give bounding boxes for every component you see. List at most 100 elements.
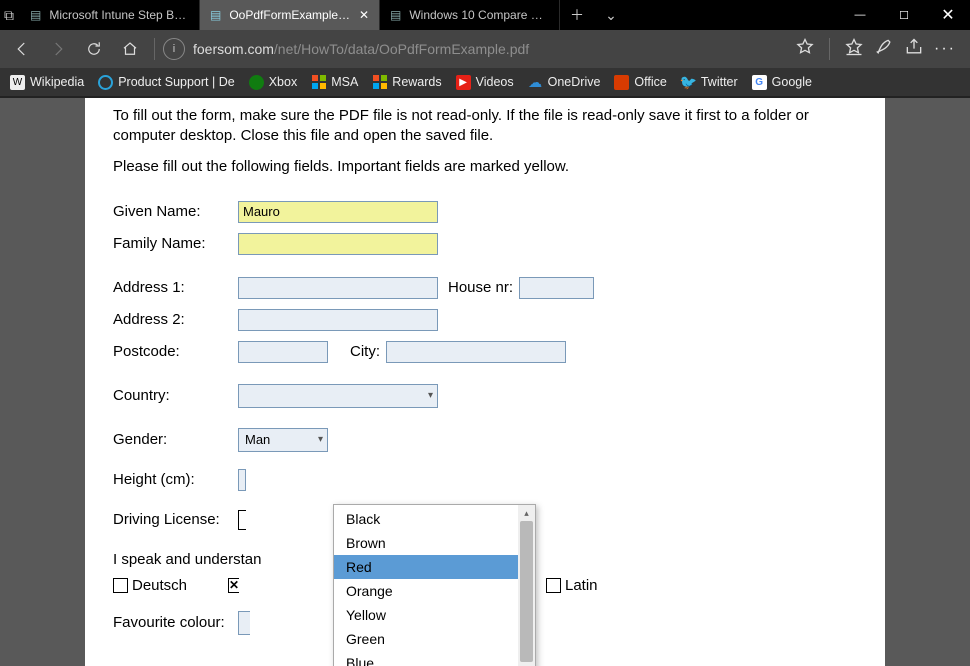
label-city: City: xyxy=(350,343,380,360)
lang-option-deutsch[interactable]: Deutsch xyxy=(113,577,228,594)
label-address-2: Address 2: xyxy=(113,311,238,328)
tab-title: OoPdfFormExample.pdf xyxy=(229,8,351,22)
label-driving-license: Driving License: xyxy=(113,511,238,528)
forward-button[interactable] xyxy=(42,33,74,65)
page-icon: ▤ xyxy=(30,8,41,22)
maximize-button[interactable]: ☐ xyxy=(882,0,926,30)
label-country: Country: xyxy=(113,387,238,404)
close-window-button[interactable]: ✕ xyxy=(926,0,970,30)
select-gender-value: Man xyxy=(245,432,270,447)
bookmark-label: Rewards xyxy=(392,75,441,89)
bookmark-wikipedia[interactable]: WWikipedia xyxy=(10,75,84,90)
colour-dropdown-list: Black Brown Red Orange Yellow Green Blue… xyxy=(334,505,518,666)
url-text[interactable]: foersom.com/net/HowTo/data/OoPdfFormExam… xyxy=(189,41,791,57)
ms-logo-icon xyxy=(311,75,326,90)
checkbox-icon xyxy=(546,578,561,593)
colour-option-red[interactable]: Red xyxy=(334,555,518,579)
bookmark-label: Product Support | De xyxy=(118,75,235,89)
favorite-star-icon[interactable] xyxy=(795,37,815,62)
chevron-down-icon: ▾ xyxy=(318,434,323,445)
scroll-thumb[interactable] xyxy=(520,521,533,662)
bookmark-label: Twitter xyxy=(701,75,738,89)
lang-label: Latin xyxy=(565,577,598,594)
url-host: foersom.com xyxy=(193,41,274,57)
window-controls: — ☐ ✕ xyxy=(838,0,970,30)
label-family-name: Family Name: xyxy=(113,235,238,252)
label-favourite-colour: Favourite colour: xyxy=(113,614,238,631)
browser-tab-win10[interactable]: ▤ Windows 10 Compare Editio xyxy=(380,0,560,30)
bookmarks-bar: WWikipedia Product Support | De Xbox MSA… xyxy=(0,68,970,98)
ms-logo-icon xyxy=(372,75,387,90)
bookmark-label: MSA xyxy=(331,75,358,89)
bookmark-product-support[interactable]: Product Support | De xyxy=(98,75,235,90)
colour-dropdown: Black Brown Red Orange Yellow Green Blue… xyxy=(333,504,536,666)
home-button[interactable] xyxy=(114,33,146,65)
address-bar: i foersom.com/net/HowTo/data/OoPdfFormEx… xyxy=(0,30,970,68)
new-tab-button[interactable]: ＋ xyxy=(560,0,594,30)
bookmark-videos[interactable]: ▶Videos xyxy=(456,75,514,90)
tab-title: Microsoft Intune Step By Ste xyxy=(49,8,189,22)
browser-tab-intune[interactable]: ▤ Microsoft Intune Step By Ste xyxy=(20,0,200,30)
lang-option-latin[interactable]: Latin xyxy=(546,577,598,594)
bookmark-google[interactable]: GGoogle xyxy=(752,75,812,90)
chevron-down-icon: ▾ xyxy=(428,390,433,401)
close-tab-icon[interactable]: ✕ xyxy=(359,8,369,22)
browser-tab-pdfform[interactable]: ▤ OoPdfFormExample.pdf ✕ xyxy=(200,0,380,30)
intro-text-2: Please fill out the following fields. Im… xyxy=(113,157,857,177)
colour-option-blue[interactable]: Blue xyxy=(334,651,518,666)
tab-overview-icon[interactable]: ⧉ xyxy=(4,7,14,24)
content-viewport: To fill out the form, make sure the PDF … xyxy=(0,98,970,666)
input-city[interactable] xyxy=(386,341,566,363)
checkbox-driving-license[interactable] xyxy=(238,510,246,530)
label-address-1: Address 1: xyxy=(113,279,238,296)
bookmark-rewards[interactable]: Rewards xyxy=(372,75,441,90)
lang-label: Deutsch xyxy=(132,577,187,594)
label-languages: I speak and understan xyxy=(113,551,261,568)
refresh-button[interactable] xyxy=(78,33,110,65)
favorites-hub-icon[interactable] xyxy=(844,37,864,62)
input-height[interactable] xyxy=(238,469,246,491)
input-given-name[interactable]: Mauro xyxy=(238,201,438,223)
page-icon: ▤ xyxy=(210,8,221,22)
back-button[interactable] xyxy=(6,33,38,65)
colour-option-orange[interactable]: Orange xyxy=(334,579,518,603)
colour-option-brown[interactable]: Brown xyxy=(334,531,518,555)
input-house-nr[interactable] xyxy=(519,277,594,299)
bookmark-twitter[interactable]: 🐦Twitter xyxy=(681,75,738,90)
notes-icon[interactable] xyxy=(874,37,894,62)
select-favourite-colour-left[interactable] xyxy=(238,611,250,635)
label-postcode: Postcode: xyxy=(113,343,238,360)
bookmark-office[interactable]: Office xyxy=(614,75,666,90)
bookmark-xbox[interactable]: Xbox xyxy=(249,75,298,90)
input-postcode[interactable] xyxy=(238,341,328,363)
colour-option-yellow[interactable]: Yellow xyxy=(334,603,518,627)
dropdown-scrollbar[interactable]: ▴ ▾ xyxy=(518,505,535,666)
url-path: /net/HowTo/data/OoPdfFormExample.pdf xyxy=(274,41,529,57)
select-country[interactable]: ▾ xyxy=(238,384,438,408)
bookmark-label: Videos xyxy=(476,75,514,89)
scroll-up-icon[interactable]: ▴ xyxy=(518,505,535,521)
titlebar-left-icons: ⧉ xyxy=(0,0,20,30)
colour-option-green[interactable]: Green xyxy=(334,627,518,651)
window-titlebar: ⧉ ▤ Microsoft Intune Step By Ste ▤ OoPdf… xyxy=(0,0,970,30)
bookmark-label: Wikipedia xyxy=(30,75,84,89)
page-icon: ▤ xyxy=(390,8,401,22)
label-gender: Gender: xyxy=(113,431,238,448)
checkbox-icon: ✕ xyxy=(228,578,239,593)
bookmark-onedrive[interactable]: ☁OneDrive xyxy=(528,75,601,90)
tab-title: Windows 10 Compare Editio xyxy=(409,8,549,22)
input-address-2[interactable] xyxy=(238,309,438,331)
bookmark-label: OneDrive xyxy=(548,75,601,89)
input-address-1[interactable] xyxy=(238,277,438,299)
input-family-name[interactable] xyxy=(238,233,438,255)
tab-actions-chevron-icon[interactable]: ⌄ xyxy=(594,0,628,30)
select-gender[interactable]: Man ▾ xyxy=(238,428,328,452)
more-icon[interactable]: ··· xyxy=(934,40,956,58)
site-info-icon[interactable]: i xyxy=(163,38,185,60)
bookmark-msa[interactable]: MSA xyxy=(311,75,358,90)
share-icon[interactable] xyxy=(904,37,924,62)
minimize-button[interactable]: — xyxy=(838,0,882,30)
label-house-nr: House nr: xyxy=(448,279,513,296)
colour-option-black[interactable]: Black xyxy=(334,507,518,531)
bookmark-label: Xbox xyxy=(269,75,298,89)
